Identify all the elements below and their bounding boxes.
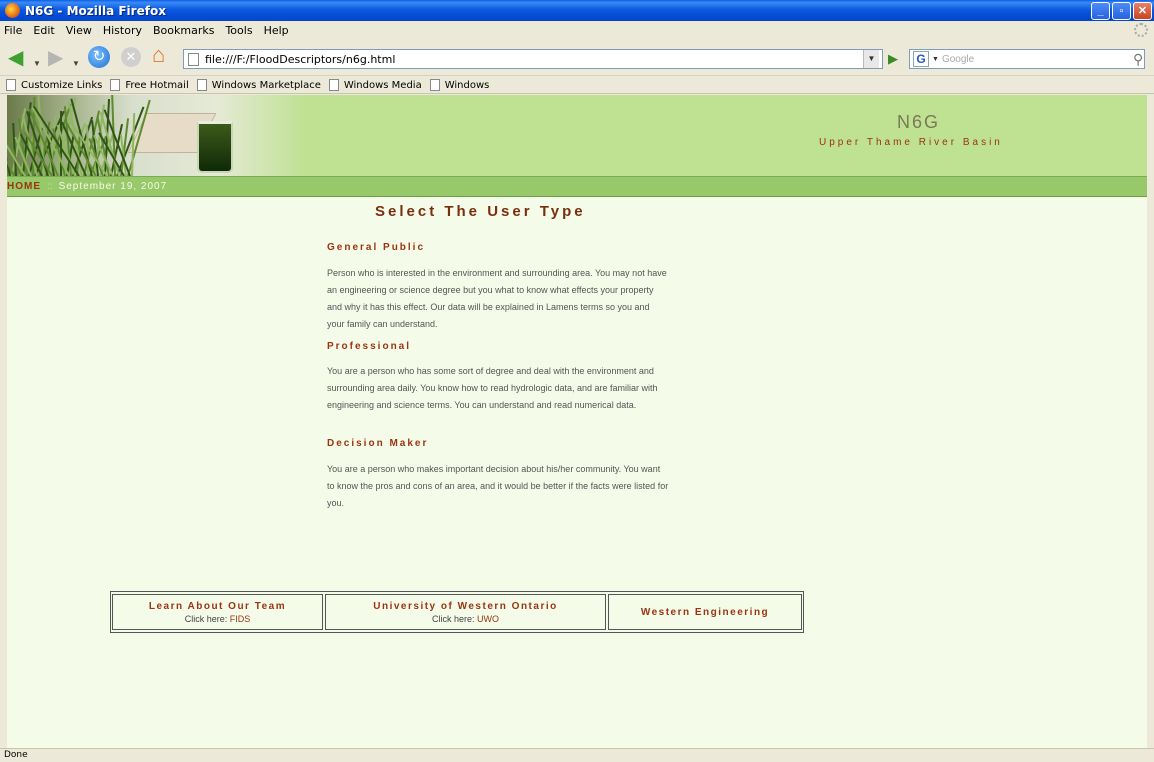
bookmark-windows-marketplace[interactable]: Windows Marketplace bbox=[196, 79, 321, 91]
search-placeholder: Google bbox=[941, 53, 975, 65]
site-title: N6G bbox=[897, 112, 941, 132]
decision-maker-description: You are a person who makes important dec… bbox=[327, 464, 669, 508]
menu-file[interactable]: File bbox=[4, 24, 22, 37]
green-juice-glass bbox=[197, 121, 233, 173]
back-history-dropdown-icon[interactable]: ▼ bbox=[33, 54, 41, 74]
search-box[interactable]: G ▼ Google bbox=[909, 49, 1145, 69]
uwo-title: University of Western Ontario bbox=[373, 600, 558, 612]
uwo-link-line: Click here: UWO bbox=[431, 613, 500, 624]
window-edge bbox=[1147, 95, 1154, 748]
engine-dropdown-icon[interactable]: ▼ bbox=[932, 56, 939, 63]
header-photo bbox=[7, 95, 307, 176]
team-title: Learn About Our Team bbox=[148, 600, 287, 612]
url-text: file:///F:/FloodDescriptors/n6g.html bbox=[205, 52, 396, 66]
maximize-button[interactable]: ▫ bbox=[1112, 2, 1131, 20]
menu-help[interactable]: Help bbox=[264, 24, 289, 37]
user-type-decision-maker[interactable]: Decision Maker bbox=[327, 438, 428, 449]
url-bar[interactable]: file:///F:/FloodDescriptors/n6g.html bbox=[183, 49, 883, 69]
back-arrow-icon[interactable]: ◀ bbox=[8, 48, 23, 68]
bookmark-windows-media[interactable]: Windows Media bbox=[328, 79, 422, 91]
menu-bookmarks[interactable]: Bookmarks bbox=[153, 24, 214, 37]
firefox-icon bbox=[5, 3, 20, 18]
bookmark-page-icon bbox=[196, 79, 207, 91]
url-dropdown-icon[interactable]: ▼ bbox=[863, 50, 879, 68]
home-link[interactable]: HOME bbox=[7, 181, 41, 192]
footer-links-table: Learn About Our Team Click here: FIDS Un… bbox=[110, 591, 804, 633]
nav-separator: :: bbox=[47, 181, 53, 192]
navigation-toolbar: ◀ ▼ ▶ ▼ ↻ ✕ ⌂ file:///F:/FloodDescriptor… bbox=[0, 40, 1154, 76]
footer-cell-team: Learn About Our Team Click here: FIDS bbox=[112, 594, 323, 630]
search-magnifier-icon[interactable]: ⚲ bbox=[1133, 51, 1143, 68]
bookmark-customize-links[interactable]: Customize Links bbox=[6, 79, 102, 91]
page-icon bbox=[188, 52, 199, 66]
page-content: N6G Upper Thame River Basin HOME :: Sept… bbox=[7, 95, 1154, 748]
user-type-professional[interactable]: Professional bbox=[327, 341, 411, 352]
bookmark-page-icon bbox=[328, 79, 339, 91]
professional-description: You are a person who has some sort of de… bbox=[327, 366, 658, 410]
bookmarks-toolbar: Customize Links Free Hotmail Windows Mar… bbox=[0, 77, 1154, 94]
go-arrow-icon[interactable]: ▶ bbox=[888, 51, 898, 67]
forward-arrow-icon[interactable]: ▶ bbox=[48, 48, 63, 68]
bookmark-free-hotmail[interactable]: Free Hotmail bbox=[110, 79, 189, 91]
site-subtitle: Upper Thame River Basin bbox=[819, 137, 1003, 148]
reload-icon[interactable]: ↻ bbox=[88, 46, 110, 68]
site-header: N6G Upper Thame River Basin bbox=[7, 95, 1154, 176]
bookmark-windows[interactable]: Windows bbox=[429, 79, 489, 91]
status-bar: Done bbox=[0, 748, 1154, 762]
uwo-link[interactable]: UWO bbox=[477, 614, 499, 624]
stop-icon[interactable]: ✕ bbox=[121, 47, 141, 67]
team-link-line: Click here: FIDS bbox=[184, 613, 251, 624]
bookmark-page-icon bbox=[429, 79, 440, 91]
footer-cell-engineering: Western Engineering bbox=[608, 594, 802, 630]
site-nav-strip: HOME :: September 19, 2007 bbox=[7, 176, 1154, 197]
bookmark-page-icon bbox=[110, 79, 121, 91]
user-type-general-public[interactable]: General Public bbox=[327, 242, 425, 253]
menu-edit[interactable]: Edit bbox=[33, 24, 54, 37]
general-public-description: Person who is interested in the environm… bbox=[327, 268, 667, 329]
footer-cell-uwo: University of Western Ontario Click here… bbox=[325, 594, 606, 630]
bookmark-page-icon bbox=[6, 79, 16, 91]
window-title-bar: N6G - Mozilla Firefox _ ▫ ✕ bbox=[0, 0, 1154, 21]
western-engineering-link[interactable]: Western Engineering bbox=[641, 607, 769, 618]
fids-link[interactable]: FIDS bbox=[230, 614, 251, 624]
minimize-button[interactable]: _ bbox=[1091, 2, 1110, 20]
nav-date: September 19, 2007 bbox=[58, 181, 168, 192]
menu-view[interactable]: View bbox=[66, 24, 92, 37]
google-engine-icon[interactable]: G bbox=[913, 51, 929, 67]
menu-tools[interactable]: Tools bbox=[225, 24, 252, 37]
home-icon[interactable]: ⌂ bbox=[152, 44, 165, 66]
page-heading: Select The User Type bbox=[375, 203, 586, 220]
close-button[interactable]: ✕ bbox=[1133, 2, 1152, 20]
forward-history-dropdown-icon[interactable]: ▼ bbox=[72, 54, 80, 74]
menu-bar: File Edit View History Bookmarks Tools H… bbox=[0, 21, 1154, 40]
window-title: N6G - Mozilla Firefox bbox=[25, 3, 166, 18]
menu-history[interactable]: History bbox=[103, 24, 142, 37]
throbber-icon bbox=[1134, 23, 1148, 37]
